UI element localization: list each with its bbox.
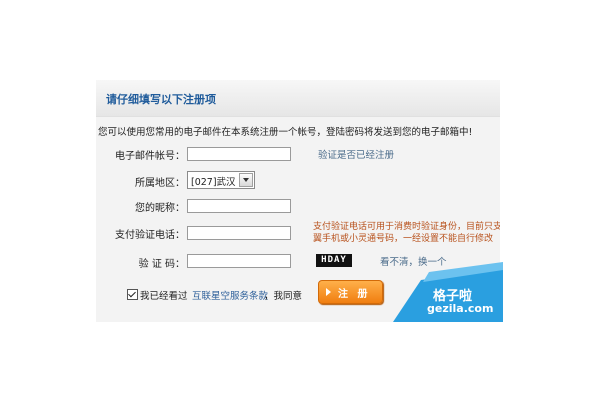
panel-header: 请仔细填写以下注册项	[96, 80, 500, 117]
panel-title: 请仔细填写以下注册项	[106, 93, 216, 106]
agree-text-post: ，我同意	[264, 291, 303, 302]
phone-hint-line1: 支付验证电话可用于消费时验证身份，目前只支	[313, 222, 500, 232]
agree-text-pre: 我已经看过	[140, 291, 188, 302]
verify-registered-link[interactable]: 验证是否已经注册	[318, 147, 394, 161]
region-label: 所属地区：	[135, 178, 185, 189]
register-button-label: 注 册	[338, 289, 371, 300]
email-input[interactable]	[187, 147, 291, 161]
register-button[interactable]: 注 册	[318, 280, 383, 304]
region-select[interactable]: [027]武汉	[187, 171, 255, 189]
arrow-right-icon	[326, 288, 331, 296]
watermark-en-text: gezila.com	[427, 302, 494, 315]
captcha-label: 验 证 码：	[138, 259, 185, 270]
email-label: 电子邮件帐号：	[115, 151, 185, 162]
phone-input[interactable]	[187, 226, 291, 240]
terms-of-service-link[interactable]: 互联星空服务条款	[192, 288, 268, 302]
chevron-down-icon[interactable]	[239, 173, 253, 187]
phone-hint-line2: 翼手机或小灵通号码，一经设置不能自行修改	[313, 234, 494, 244]
captcha-input[interactable]	[187, 254, 291, 268]
watermark-logo: 格子啦 gezila.com	[393, 262, 503, 322]
nickname-input[interactable]	[187, 199, 291, 213]
phone-label: 支付验证电话：	[115, 230, 185, 241]
agree-checkbox[interactable]	[127, 289, 138, 300]
nickname-label: 您的昵称：	[135, 203, 185, 214]
region-selected-value: [027]武汉	[191, 177, 236, 188]
captcha-image[interactable]: HDAY	[316, 254, 352, 267]
intro-text: 您可以使用您常用的电子邮件在本系统注册一个帐号，登陆密码将发送到您的电子邮箱中!	[98, 127, 473, 138]
